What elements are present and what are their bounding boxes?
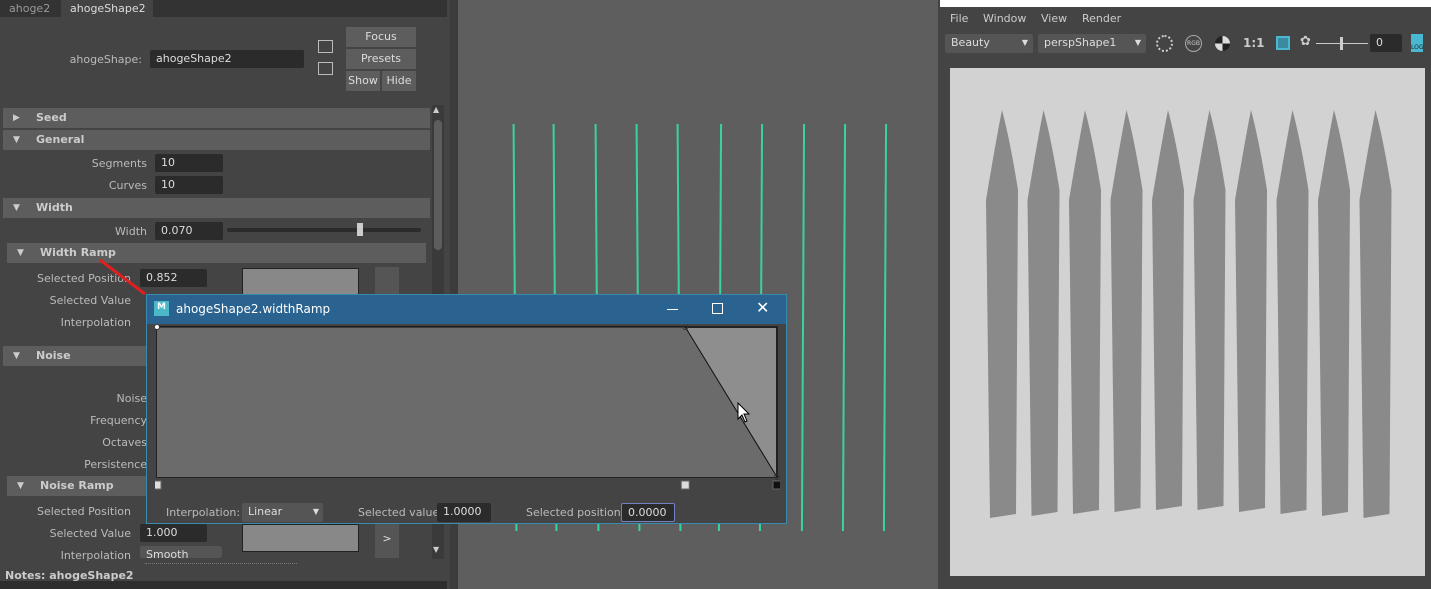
section-noise-ramp[interactable]: ▼ Noise Ramp <box>7 476 146 496</box>
section-general[interactable]: ▼ General <box>3 130 430 150</box>
noise-ramp-interp-dropdown[interactable]: Smooth <box>140 546 222 558</box>
ramp-handle[interactable] <box>680 480 690 490</box>
width-slider-handle[interactable] <box>357 223 363 236</box>
section-width[interactable]: ▼ Width <box>3 198 430 218</box>
curve-line[interactable] <box>800 123 805 532</box>
minimize-button[interactable] <box>667 309 678 310</box>
snapshot-icon[interactable] <box>1156 35 1173 52</box>
noise-ramp-interp-label: Interpolation <box>60 549 131 561</box>
rendered-blades <box>986 110 1392 518</box>
octaves-label: Octaves <box>102 436 147 449</box>
selected-position-field[interactable]: 0.0000 <box>621 503 675 522</box>
dialog-title: ahogeShape2.widthRamp <box>176 302 331 316</box>
rendered-blade <box>1152 110 1184 510</box>
maximize-button[interactable] <box>712 303 723 314</box>
persistence-label: Persistence <box>84 458 147 471</box>
render-image[interactable] <box>950 68 1425 576</box>
section-width-ramp[interactable]: ▼ Width Ramp <box>7 243 426 263</box>
rendered-blade <box>1069 110 1101 514</box>
noise-ramp-preview[interactable] <box>242 524 359 552</box>
node-name-field[interactable]: ahogeShape2 <box>150 50 304 68</box>
segments-label: Segments <box>91 157 147 170</box>
noise-label: Noise <box>116 392 147 405</box>
hide-button[interactable]: Hide <box>382 71 416 91</box>
noise-ramp-value-label: Selected Value <box>49 527 131 540</box>
rendered-blade <box>1318 110 1350 516</box>
maya-logo-icon: M <box>154 301 169 316</box>
rendered-blade <box>1110 110 1143 512</box>
ramp-handle[interactable] <box>772 480 780 490</box>
selected-value-label: Selected value: <box>358 506 443 519</box>
menu-render[interactable]: Render <box>1082 12 1121 25</box>
curves-field[interactable]: 10 <box>155 176 223 194</box>
noise-ramp-value-field[interactable]: 1.000 <box>140 524 207 542</box>
camera-dropdown[interactable]: perspShape1 ▼ <box>1038 34 1146 53</box>
presets-button[interactable]: Presets <box>346 49 416 69</box>
scroll-up-icon[interactable]: ▲ <box>433 105 439 114</box>
width-label: Width <box>115 225 147 238</box>
width-slider[interactable] <box>227 228 421 232</box>
rendered-blade <box>986 110 1018 518</box>
render-view: File Window View Render Beauty ▼ perspSha… <box>940 0 1431 589</box>
width-ramp-interp-label: Interpolation <box>60 316 131 329</box>
width-field[interactable]: 0.070 <box>155 222 223 240</box>
menu-window[interactable]: Window <box>983 12 1026 25</box>
rendered-blade <box>1027 110 1060 516</box>
focus-button[interactable]: Focus <box>346 27 416 47</box>
ramp-graph[interactable] <box>155 325 780 495</box>
noise-ramp-expand-button[interactable]: > <box>375 524 399 558</box>
ratio-button[interactable]: 1:1 <box>1243 36 1265 50</box>
noise-ramp-position-label: Selected Position <box>36 505 131 518</box>
exposure-slider-handle[interactable] <box>1340 37 1343 50</box>
curves-label: Curves <box>108 179 147 192</box>
tab-ahoge2[interactable]: ahoge2 <box>0 0 59 17</box>
close-button[interactable]: ✕ <box>756 298 769 317</box>
scroll-down-icon[interactable]: ▼ <box>433 545 439 554</box>
rendered-blade <box>1235 110 1267 512</box>
curve-line[interactable] <box>841 123 846 532</box>
frame-icon[interactable] <box>1276 36 1290 50</box>
width-ramp-expand-button[interactable] <box>375 267 399 297</box>
section-noise[interactable]: ▼ Noise <box>3 346 146 366</box>
log-icon[interactable]: LOG <box>1411 34 1424 52</box>
rendered-blade <box>1276 110 1309 514</box>
exposure-icon[interactable]: ✿ <box>1300 34 1311 49</box>
section-seed[interactable]: ▶ Seed <box>3 108 430 128</box>
divider <box>145 563 297 564</box>
interp-label: Interpolation: <box>166 506 241 519</box>
ramp-handle[interactable] <box>155 480 162 490</box>
select-output-icon[interactable] <box>318 62 333 75</box>
layer-dropdown[interactable]: Beauty ▼ <box>945 34 1033 53</box>
interp-dropdown[interactable]: Linear ▼ <box>242 503 323 522</box>
menu-file[interactable]: File <box>950 12 968 25</box>
node-label: ahogeShape: <box>69 53 142 66</box>
tab-ahogeshape2[interactable]: ahogeShape2 <box>61 0 153 17</box>
ramp-fill <box>157 327 777 477</box>
dialog-titlebar[interactable]: M ahogeShape2.widthRamp ✕ <box>147 295 786 324</box>
selected-value-field[interactable]: 1.0000 <box>437 503 491 522</box>
rgb-channel-icon[interactable]: RGB <box>1185 35 1202 52</box>
selected-position-label: Selected position: <box>526 506 625 519</box>
segments-field[interactable]: 10 <box>155 154 223 172</box>
width-ramp-dialog: M ahogeShape2.widthRamp ✕ Interpolation:… <box>146 294 787 524</box>
exposure-field[interactable]: 0 <box>1370 34 1402 52</box>
mouse-cursor-icon <box>737 402 751 423</box>
show-button[interactable]: Show <box>346 71 380 91</box>
menu-view[interactable]: View <box>1041 12 1067 25</box>
frequency-label: Frequency <box>90 414 147 427</box>
rendered-blade <box>1359 110 1392 518</box>
display-mode-icon[interactable] <box>1215 36 1230 51</box>
rendered-blade <box>1193 110 1226 510</box>
select-input-icon[interactable] <box>318 40 333 53</box>
curve-line[interactable] <box>882 123 887 532</box>
ramp-point[interactable] <box>155 325 160 330</box>
scrollbar-thumb[interactable] <box>434 120 442 250</box>
